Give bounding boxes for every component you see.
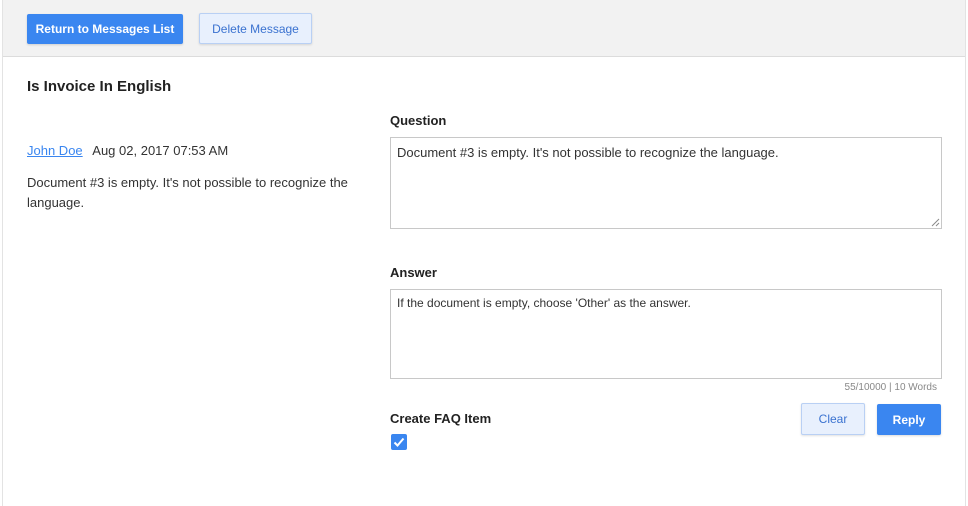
create-faq-label: Create FAQ Item bbox=[390, 411, 492, 426]
message-timestamp: Aug 02, 2017 07:53 AM bbox=[92, 143, 229, 158]
answer-field[interactable]: If the document is empty, choose 'Other'… bbox=[390, 289, 942, 379]
reply-button[interactable]: Reply bbox=[877, 404, 941, 435]
toolbar: Return to Messages List Delete Message bbox=[3, 0, 965, 57]
question-field[interactable]: Document #3 is empty. It's not possible … bbox=[390, 137, 942, 229]
page-title: Is Invoice In English bbox=[27, 78, 172, 95]
author-link[interactable]: John Doe bbox=[27, 143, 83, 158]
message-meta: John Doe Aug 02, 2017 07:53 AM bbox=[27, 143, 228, 158]
message-body: Document #3 is empty. It's not possible … bbox=[27, 175, 348, 210]
question-label: Question bbox=[390, 113, 447, 128]
resize-grip-icon[interactable] bbox=[931, 218, 940, 227]
clear-button[interactable]: Clear bbox=[801, 403, 865, 435]
character-word-counter: 55/10000 | 10 Words bbox=[844, 382, 937, 393]
create-faq-checkbox[interactable] bbox=[391, 434, 407, 450]
answer-label: Answer bbox=[390, 265, 437, 280]
return-to-messages-button[interactable]: Return to Messages List bbox=[27, 14, 183, 44]
check-icon bbox=[393, 437, 405, 447]
delete-message-button[interactable]: Delete Message bbox=[199, 13, 312, 44]
message-detail-panel: Return to Messages List Delete Message I… bbox=[2, 0, 966, 506]
